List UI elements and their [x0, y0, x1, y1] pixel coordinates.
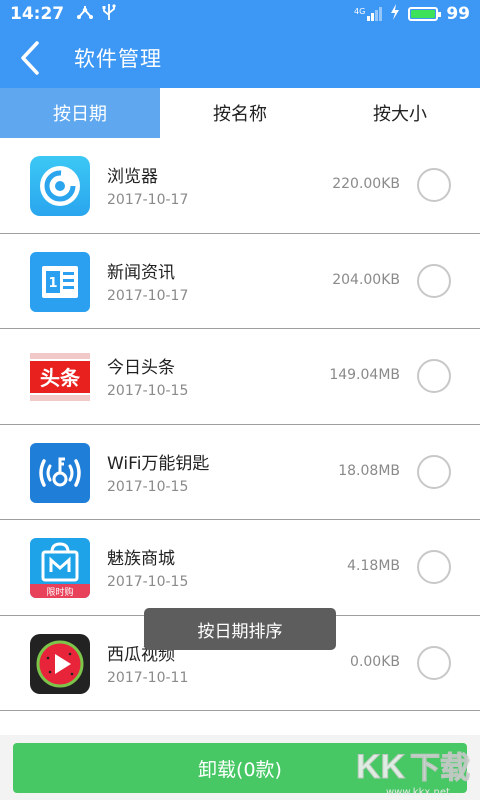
- sort-tabs: 按日期 按名称 按大小: [0, 88, 480, 138]
- back-button[interactable]: [0, 28, 60, 88]
- app-size: 220.00KB: [332, 176, 400, 192]
- app-size: 4.18MB: [347, 558, 400, 574]
- xigua-video-icon: [30, 633, 90, 694]
- news-icon: 1: [30, 251, 90, 312]
- app-size: 0.00KB: [350, 653, 400, 670]
- svg-text:www.kkx.net: www.kkx.net: [386, 787, 450, 798]
- svg-text:KK: KK: [356, 748, 406, 786]
- app-name: 魅族商城: [107, 549, 175, 569]
- select-radio[interactable]: [417, 359, 451, 393]
- app-name: 新闻资讯: [107, 262, 175, 283]
- list-item[interactable]: 限时购 魅族商城 2017-10-15 4.18MB: [0, 520, 480, 616]
- select-radio[interactable]: [417, 550, 451, 584]
- app-date: 2017-10-15: [107, 383, 189, 399]
- app-date: 2017-10-17: [107, 287, 189, 304]
- browser-icon: [30, 156, 90, 216]
- select-radio[interactable]: [417, 263, 451, 298]
- usb-icon: [102, 3, 116, 25]
- app-date: 2017-10-17: [107, 192, 189, 208]
- app-size: 18.08MB: [338, 462, 400, 479]
- app-size: 149.04MB: [329, 367, 400, 383]
- tab-by-name[interactable]: 按名称: [160, 88, 320, 138]
- charging-icon: [390, 4, 400, 24]
- svg-text:头条: 头条: [40, 366, 81, 390]
- list-item[interactable]: 浏览器 2017-10-17 220.00KB: [0, 138, 480, 234]
- app-name: 浏览器: [107, 167, 158, 187]
- page-title: 软件管理: [74, 47, 162, 71]
- sort-toast: 按日期排序: [144, 608, 336, 650]
- status-time: 14:27: [10, 4, 65, 24]
- meizu-mall-icon: 限时购: [30, 538, 90, 598]
- wifi-key-icon: [30, 442, 90, 503]
- list-item[interactable]: WiFi万能钥匙 2017-10-15 18.08MB: [0, 425, 480, 520]
- select-radio[interactable]: [417, 168, 451, 202]
- svg-text:1: 1: [48, 276, 57, 291]
- select-radio[interactable]: [417, 454, 451, 489]
- app-date: 2017-10-11: [107, 669, 189, 686]
- usb-share-icon: [76, 4, 94, 24]
- watermark-logo: KK 下载 www.kkx.net: [352, 742, 474, 799]
- list-item[interactable]: 头条 今日头条 2017-10-15 149.04MB: [0, 329, 480, 425]
- toutiao-icon: 头条: [30, 347, 90, 407]
- svg-text:下载: 下载: [410, 751, 470, 786]
- app-date: 2017-10-15: [107, 574, 189, 590]
- app-header: 软件管理: [0, 28, 480, 88]
- svg-text:限时购: 限时购: [46, 586, 73, 598]
- list-item[interactable]: 1 新闻资讯 2017-10-17 204.00KB: [0, 234, 480, 329]
- battery-percent: 99: [446, 4, 470, 24]
- app-name: WiFi万能钥匙: [107, 453, 210, 474]
- tab-by-size[interactable]: 按大小: [320, 88, 480, 138]
- app-size: 204.00KB: [332, 271, 400, 288]
- app-date: 2017-10-15: [107, 478, 189, 495]
- network-type-label: 4G: [354, 7, 366, 16]
- select-radio[interactable]: [417, 645, 451, 680]
- status-bar: 14:27 4G 99: [0, 0, 480, 28]
- battery-icon: [408, 7, 442, 21]
- tab-by-date[interactable]: 按日期: [0, 88, 160, 138]
- signal-icon: 4G: [354, 7, 383, 21]
- app-name: 今日头条: [107, 358, 175, 378]
- chevron-left-icon: [21, 41, 39, 75]
